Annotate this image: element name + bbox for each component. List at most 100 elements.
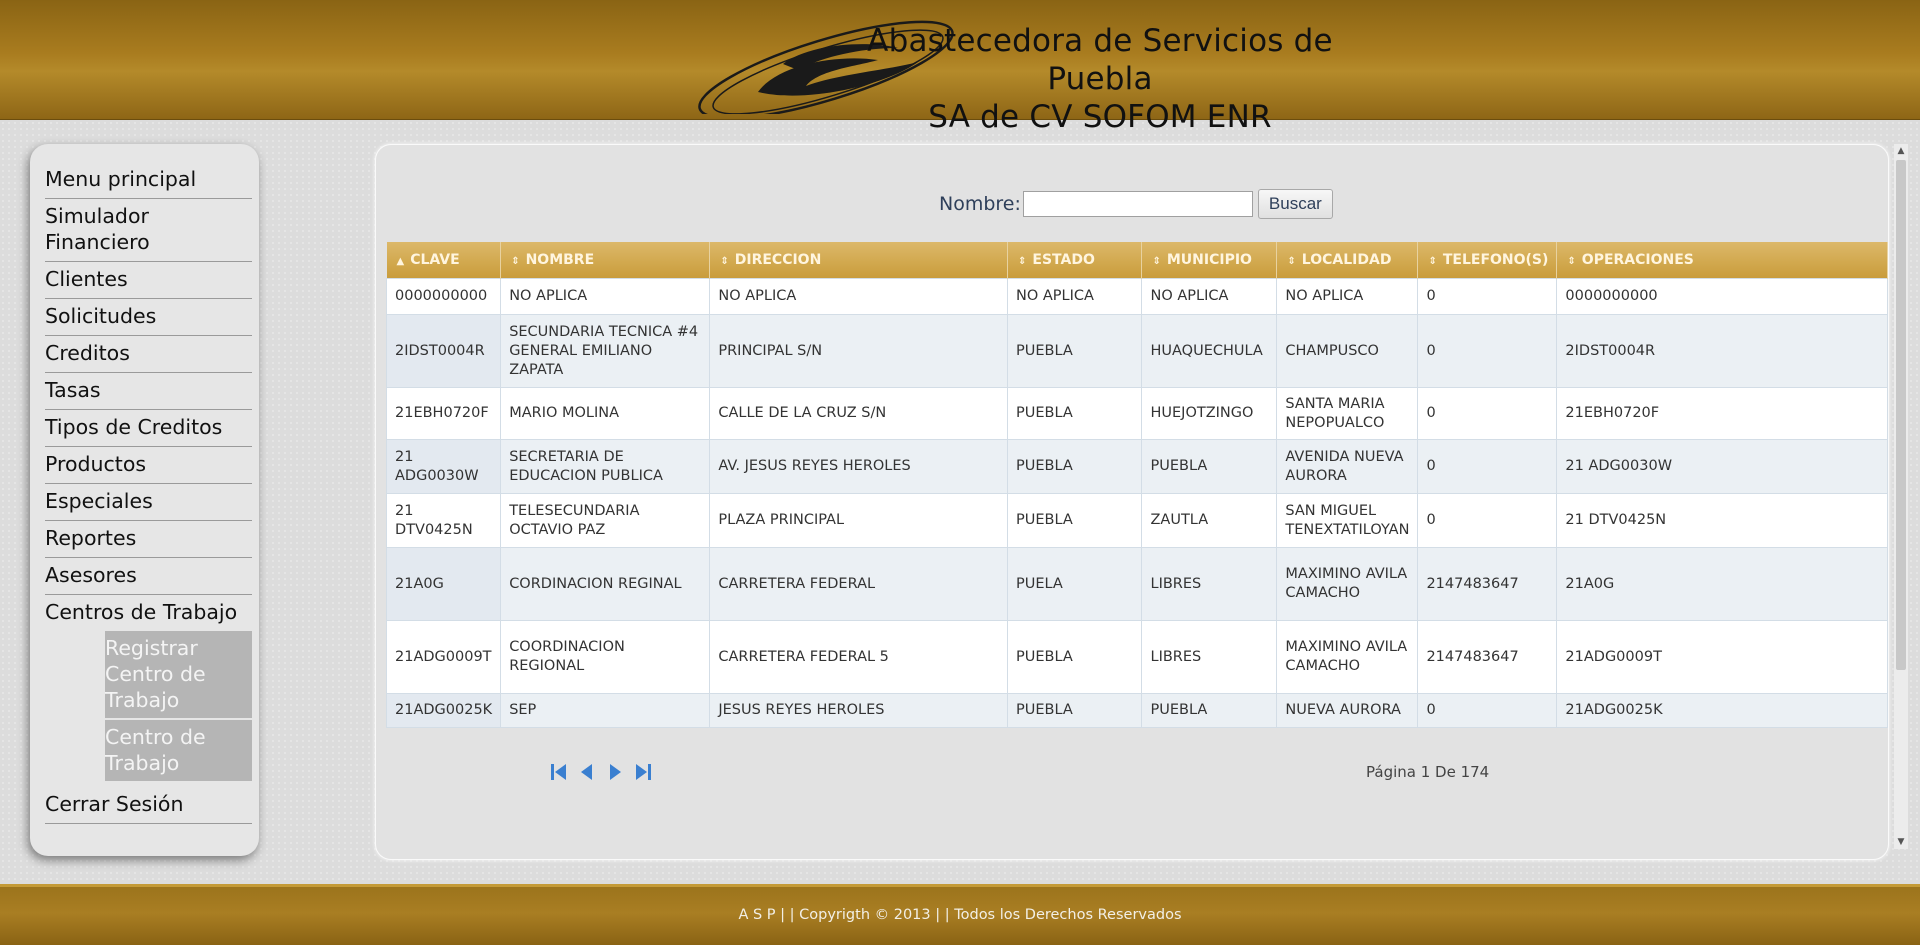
column-header-municipio[interactable]: ⇕ MUNICIPIO — [1141, 242, 1278, 279]
table-row[interactable]: 21EBH0720F MARIO MOLINA CALLE DE LA CRUZ S… — [385, 387, 1888, 440]
table-cell: 0 — [1417, 693, 1558, 728]
next-page-icon[interactable] — [604, 761, 626, 783]
menu-item-menu-principal[interactable]: Menu principal — [45, 162, 252, 199]
table-row[interactable]: 2IDST0004R SECUNDARIA TECNICA #4 GENERAL … — [385, 314, 1888, 388]
column-header-clave[interactable]: ▲ CLAVE — [386, 242, 502, 279]
menu-item-clientes[interactable]: Clientes — [45, 262, 252, 299]
menu-item-reportes[interactable]: Reportes — [45, 521, 252, 558]
table-cell: NO APLICA — [1141, 278, 1278, 315]
previous-page-icon[interactable] — [576, 761, 598, 783]
table-row[interactable]: 21ADG0009T COORDINACION REGIONAL CARRETERA… — [385, 620, 1888, 694]
table-cell: CORDINACION REGINAL — [500, 547, 711, 621]
table-cell: COORDINACION REGIONAL — [500, 620, 711, 694]
menu-item-productos[interactable]: Productos — [45, 447, 252, 484]
menu-item-creditos[interactable]: Creditos — [45, 336, 252, 373]
search-input[interactable] — [1022, 191, 1253, 217]
table-cell: 21 DTV0425N — [385, 493, 502, 548]
table-row[interactable]: 21A0G CORDINACION REGINAL CARRETERA FEDERA… — [385, 547, 1888, 621]
table-cell: 0000000000 — [385, 278, 502, 315]
table-cell: HUAQUECHULA — [1141, 314, 1278, 388]
table-cell: JESUS REYES HEROLES — [709, 693, 1008, 728]
table-cell: PUEBLA — [1006, 439, 1143, 494]
table-cell: PLAZA PRINCIPAL — [709, 493, 1008, 548]
sort-icon: ⇕ — [1152, 256, 1161, 267]
table-cell: PRINCIPAL S/N — [709, 314, 1008, 388]
table-cell: PUEBLA — [1006, 620, 1143, 694]
table-cell: PUEBLA — [1141, 439, 1278, 494]
table-cell: CARRETERA FEDERAL 5 — [709, 620, 1008, 694]
table-cell: PUEBLA — [1006, 314, 1143, 388]
sort-icon: ⇕ — [511, 256, 520, 267]
page-info: Página 1 De 174 — [1366, 763, 1490, 781]
table-cell: PUEBLA — [1006, 387, 1143, 440]
scroll-down-icon[interactable]: ▼ — [1894, 835, 1908, 849]
table-cell: CARRETERA FEDERAL — [709, 547, 1008, 621]
table-cell: 2IDST0004R — [1556, 314, 1888, 388]
scroll-up-icon[interactable]: ▲ — [1894, 144, 1908, 158]
table-cell: NO APLICA — [1006, 278, 1143, 315]
table-cell: 21A0G — [385, 547, 502, 621]
table-cell: LIBRES — [1141, 547, 1278, 621]
table-cell: PUEBLA — [1006, 693, 1143, 728]
table-cell: SEP — [500, 693, 711, 728]
table-cell: NO APLICA — [1276, 278, 1419, 315]
table-cell: NO APLICA — [500, 278, 711, 315]
table-cell: LIBRES — [1141, 620, 1278, 694]
column-header-nombre[interactable]: ⇕ NOMBRE — [500, 242, 711, 279]
column-header-direccion[interactable]: ⇕ DIRECCION — [709, 242, 1008, 279]
menu-item-solicitudes[interactable]: Solicitudes — [45, 299, 252, 336]
table-cell: 2147483647 — [1417, 547, 1558, 621]
table-cell: 21ADG0009T — [385, 620, 502, 694]
main-panel: Nombre: Buscar ▲ CLAVE ⇕ NOMBRE ⇕ DIRECCION… — [375, 144, 1889, 860]
table-cell: AVENIDA NUEVA AURORA — [1276, 439, 1419, 494]
column-header-operaciones[interactable]: ⇕ OPERACIONES — [1556, 242, 1888, 279]
table-cell: NO APLICA — [709, 278, 1008, 315]
table-body: 0000000000 NO APLICA NO APLICA NO APLICA NO … — [385, 278, 1888, 728]
table-row[interactable]: 0000000000 NO APLICA NO APLICA NO APLICA NO … — [385, 278, 1888, 315]
sort-icon: ⇕ — [720, 256, 729, 267]
table-row[interactable]: 21 ADG0030W SECRETARIA DE EDUCACION PUBLI… — [385, 439, 1888, 494]
table-cell: SAN MIGUEL TENEXTATILOYAN — [1276, 493, 1419, 548]
main-menu: Menu principal Simulador Financiero Clie… — [45, 162, 252, 824]
column-header-estado[interactable]: ⇕ ESTADO — [1007, 242, 1143, 279]
column-header-telefonos[interactable]: ⇕ TELEFONO(S) — [1417, 242, 1558, 279]
menu-item-centros-de-trabajo[interactable]: Centros de Trabajo — [45, 595, 252, 631]
menu-item-tasas[interactable]: Tasas — [45, 373, 252, 410]
table-cell: 21 ADG0030W — [1556, 439, 1888, 494]
menu-item-asesores[interactable]: Asesores — [45, 558, 252, 595]
menu-item-tipos-de-creditos[interactable]: Tipos de Creditos — [45, 410, 252, 447]
table-header-row: ▲ CLAVE ⇕ NOMBRE ⇕ DIRECCION ⇕ ESTADO ⇕ MUNIC… — [386, 242, 1888, 279]
logout-link[interactable]: Cerrar Sesión — [45, 787, 252, 824]
company-title: Abastecedora de Servicios de Puebla SA d… — [820, 22, 1380, 136]
table-cell: ZAUTLA — [1141, 493, 1278, 548]
first-page-icon[interactable] — [548, 761, 570, 783]
table-cell: SECRETARIA DE EDUCACION PUBLICA — [500, 439, 711, 494]
column-header-localidad[interactable]: ⇕ LOCALIDAD — [1276, 242, 1419, 279]
company-title-line1: Abastecedora de Servicios de Puebla — [867, 23, 1333, 97]
search-label: Nombre: — [939, 193, 1021, 215]
table-row[interactable]: 21 DTV0425N TELESECUNDARIA OCTAVIO PAZ PLA… — [385, 493, 1888, 548]
sort-asc-icon: ▲ — [396, 256, 405, 267]
table-cell: TELESECUNDARIA OCTAVIO PAZ — [500, 493, 711, 548]
table-row[interactable]: 21ADG0025K SEP JESUS REYES HEROLES PUEBLA PU… — [385, 693, 1888, 728]
scroll-thumb[interactable] — [1896, 160, 1906, 670]
sort-icon: ⇕ — [1018, 256, 1027, 267]
menu-item-especiales[interactable]: Especiales — [45, 484, 252, 521]
sort-icon: ⇕ — [1428, 256, 1437, 267]
menu-item-simulador-financiero[interactable]: Simulador Financiero — [45, 199, 252, 262]
vertical-scrollbar[interactable]: ▲ ▼ — [1894, 144, 1908, 849]
table-cell: CALLE DE LA CRUZ S/N — [709, 387, 1008, 440]
table-cell: SANTA MARIA NEPOPUALCO — [1276, 387, 1419, 440]
table-cell: PUEBLA — [1006, 493, 1143, 548]
search-button[interactable]: Buscar — [1257, 189, 1333, 219]
last-page-icon[interactable] — [632, 761, 654, 783]
table-cell: 0 — [1417, 439, 1558, 494]
footer: A S P | | Copyrigth © 2013 | | Todos los… — [0, 884, 1920, 945]
table-cell: MAXIMINO AVILA CAMACHO — [1276, 547, 1419, 621]
table-cell: NUEVA AURORA — [1276, 693, 1419, 728]
table-cell: PUEBLA — [1141, 693, 1278, 728]
submenu-item-centro-de-trabajo[interactable]: Centro de Trabajo — [105, 720, 252, 781]
table-cell: 21EBH0720F — [1556, 387, 1888, 440]
submenu-item-registrar-centro[interactable]: Registrar Centro de Trabajo — [105, 631, 252, 720]
sort-icon: ⇕ — [1287, 256, 1296, 267]
